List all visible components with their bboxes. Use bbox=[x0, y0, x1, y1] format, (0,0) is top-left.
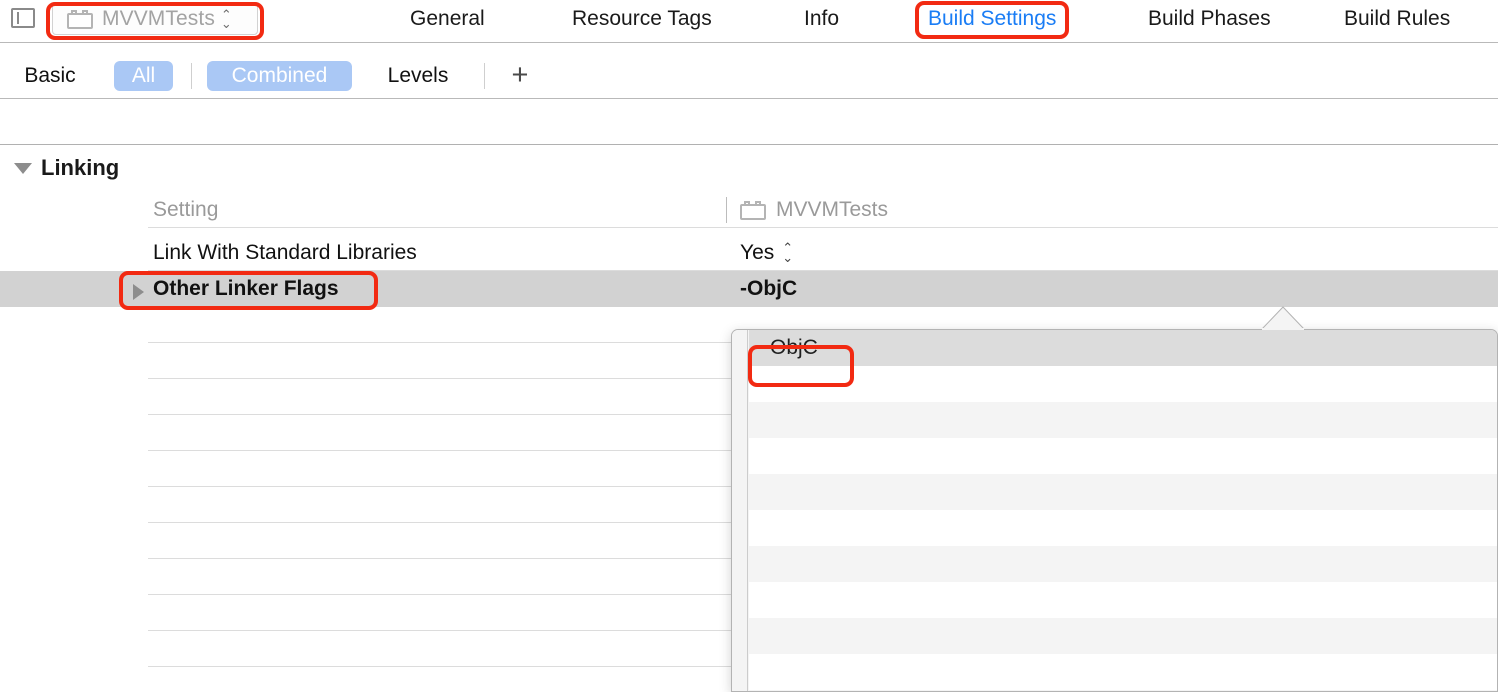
popover-list-item[interactable] bbox=[749, 654, 1497, 690]
tab-bar: MVVMTests ⌃ ⌄ General Resource Tags Info… bbox=[0, 0, 1498, 43]
setting-name: Link With Standard Libraries bbox=[153, 235, 417, 271]
settings-group-linking[interactable]: Linking bbox=[0, 153, 119, 183]
target-chooser-stepper-icon[interactable]: ⌃ ⌄ bbox=[221, 10, 232, 28]
settings-group-label: Linking bbox=[41, 155, 119, 181]
popover-list-item[interactable] bbox=[749, 474, 1497, 510]
tab-build-settings[interactable]: Build Settings bbox=[922, 4, 1062, 34]
column-header-target: MVVMTests bbox=[726, 196, 888, 224]
disclosure-triangle-right-icon[interactable] bbox=[133, 284, 144, 300]
setting-value[interactable]: Yes ⌃ ⌄ bbox=[740, 235, 793, 271]
column-header-setting: Setting bbox=[153, 196, 218, 224]
popover-value-list[interactable]: -ObjC bbox=[749, 330, 1497, 691]
filter-divider-2 bbox=[484, 63, 485, 89]
popover-list-item[interactable] bbox=[749, 402, 1497, 438]
target-icon bbox=[67, 10, 93, 29]
column-header-setting-label: Setting bbox=[153, 198, 218, 222]
target-icon bbox=[740, 201, 766, 220]
column-header-target-label: MVVMTests bbox=[776, 198, 888, 222]
group-divider bbox=[0, 144, 1498, 145]
filter-all[interactable]: All bbox=[114, 61, 173, 91]
popover-list-item[interactable] bbox=[749, 618, 1497, 654]
other-linker-flags-popover[interactable]: -ObjC bbox=[731, 329, 1498, 692]
filter-bar: Basic All Combined Levels + ⌄ Other link… bbox=[0, 43, 1498, 99]
filter-basic[interactable]: Basic bbox=[18, 61, 82, 91]
sidebar-toggle-icon[interactable] bbox=[11, 8, 35, 28]
popover-list-item[interactable] bbox=[749, 546, 1497, 582]
popover-list-item[interactable] bbox=[749, 510, 1497, 546]
tab-info[interactable]: Info bbox=[798, 4, 845, 34]
column-header-divider bbox=[148, 227, 1498, 228]
popover-list-item[interactable] bbox=[749, 366, 1497, 402]
popover-list-item[interactable] bbox=[749, 582, 1497, 618]
tab-general[interactable]: General bbox=[404, 4, 491, 34]
value-stepper-icon[interactable]: ⌃ ⌄ bbox=[782, 243, 793, 263]
target-chooser[interactable]: MVVMTests ⌃ ⌄ bbox=[52, 3, 258, 35]
setting-value-text: -ObjC bbox=[740, 271, 797, 307]
setting-name: Other Linker Flags bbox=[153, 271, 339, 307]
stepper-down-icon: ⌄ bbox=[782, 253, 793, 263]
popover-gutter bbox=[732, 330, 748, 692]
tab-resource-tags[interactable]: Resource Tags bbox=[566, 4, 718, 34]
disclosure-triangle-down-icon[interactable] bbox=[14, 163, 32, 174]
filter-combined[interactable]: Combined bbox=[207, 61, 352, 91]
popover-list-item[interactable]: -ObjC bbox=[749, 330, 1497, 366]
filter-divider-1 bbox=[191, 63, 192, 89]
setting-value[interactable]: -ObjC bbox=[740, 271, 797, 307]
column-divider bbox=[726, 197, 727, 223]
tab-build-phases[interactable]: Build Phases bbox=[1142, 4, 1277, 34]
filter-levels[interactable]: Levels bbox=[380, 61, 456, 91]
tab-build-rules[interactable]: Build Rules bbox=[1338, 4, 1456, 34]
popover-list-item[interactable] bbox=[749, 438, 1497, 474]
setting-value-text: Yes bbox=[740, 235, 774, 271]
stepper-down-icon: ⌄ bbox=[221, 19, 232, 28]
target-chooser-label: MVVMTests bbox=[102, 7, 215, 31]
popover-tail bbox=[1262, 306, 1304, 330]
table-row[interactable]: Other Linker Flags -ObjC bbox=[0, 271, 1498, 307]
table-row[interactable]: Link With Standard Libraries Yes ⌃ ⌄ bbox=[0, 235, 1498, 271]
add-setting-button[interactable]: + bbox=[506, 61, 534, 91]
